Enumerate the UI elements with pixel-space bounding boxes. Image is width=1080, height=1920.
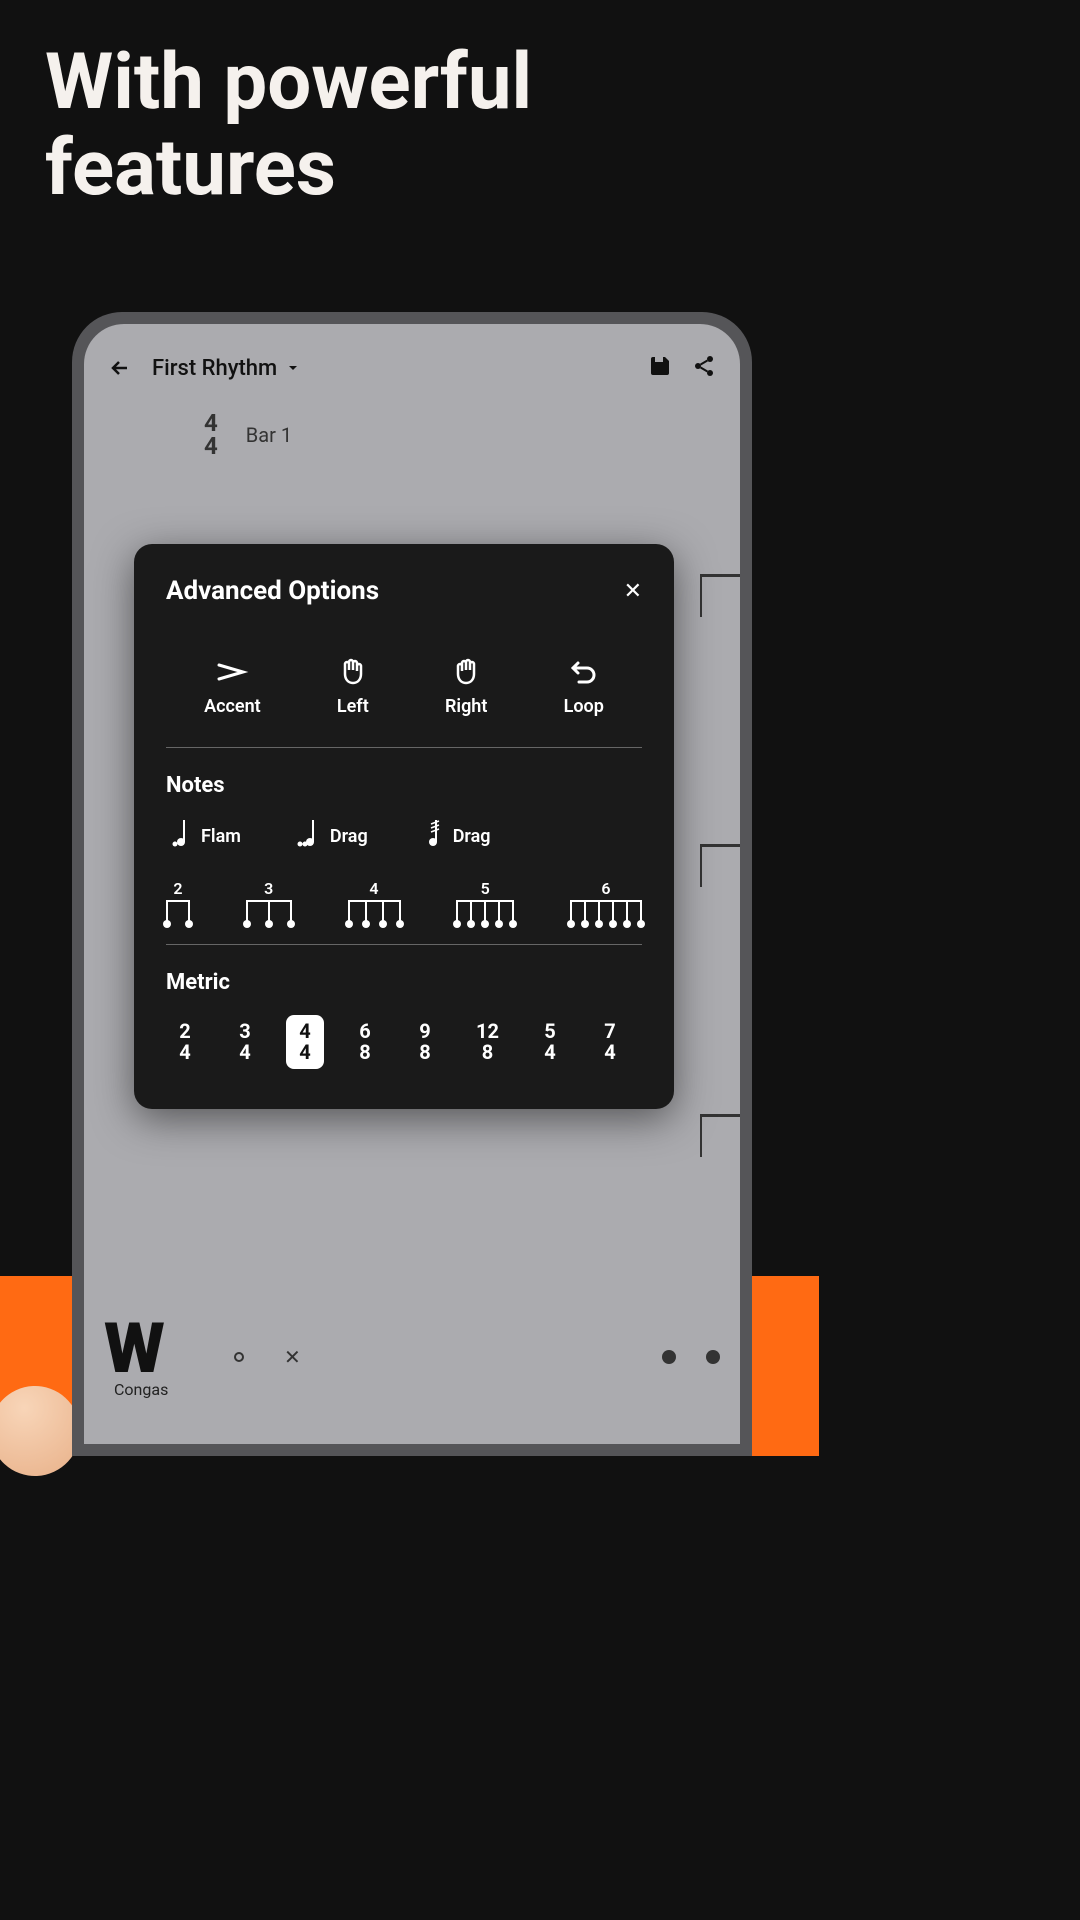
tuplet-number: 6 — [601, 879, 610, 898]
track-notation: ✕ — [234, 1345, 720, 1369]
divider — [166, 944, 642, 945]
metric-row: 24344468981285474 — [166, 1015, 642, 1069]
option-label: Accent — [204, 696, 261, 717]
bar-label: Bar 1 — [246, 423, 292, 447]
tuplet-5[interactable]: 5 — [456, 879, 514, 924]
tuplet-number: 4 — [369, 879, 378, 898]
tuplet-beam-icon — [348, 900, 401, 924]
loop-icon — [569, 656, 599, 688]
note-dot[interactable] — [706, 1350, 720, 1364]
drag-note[interactable]: Drag — [296, 818, 368, 854]
metric-bottom: 8 — [419, 1042, 430, 1063]
metric-2-4[interactable]: 24 — [166, 1015, 204, 1069]
drag-icon — [296, 818, 320, 854]
app-title: First Rhythm — [152, 356, 277, 381]
headline-line: features — [45, 126, 774, 212]
save-icon — [648, 354, 672, 378]
close-icon: ✕ — [624, 579, 642, 604]
metric-5-4[interactable]: 54 — [531, 1015, 569, 1069]
note-dot[interactable] — [662, 1350, 676, 1364]
back-button[interactable] — [108, 356, 132, 380]
accent-icon — [215, 656, 249, 688]
metric-12-8[interactable]: 128 — [466, 1015, 509, 1069]
tuplet-beam-icon — [166, 900, 190, 924]
timesig-bottom: 4 — [204, 435, 218, 458]
metric-bottom: 4 — [239, 1042, 250, 1063]
drag-icon — [423, 818, 443, 854]
metric-top: 9 — [419, 1021, 430, 1042]
share-button[interactable] — [692, 354, 716, 382]
left-hand-option[interactable]: Left — [337, 656, 369, 717]
arrow-left-icon — [108, 356, 132, 380]
advanced-options-modal: Advanced Options ✕ Accent Left — [134, 544, 674, 1109]
metric-bottom: 4 — [299, 1042, 310, 1063]
metric-7-4[interactable]: 74 — [591, 1015, 629, 1069]
right-hand-option[interactable]: Right — [445, 656, 487, 717]
tuplet-3[interactable]: 3 — [246, 879, 292, 924]
tuplet-2[interactable]: 2 — [166, 879, 190, 924]
title-dropdown[interactable]: First Rhythm — [152, 356, 628, 381]
time-signature[interactable]: 4 4 — [204, 412, 218, 458]
metric-top: 7 — [604, 1021, 615, 1042]
metric-top: 6 — [359, 1021, 370, 1042]
headline-line: With powerful — [45, 40, 774, 126]
metric-bottom: 4 — [544, 1042, 555, 1063]
note-label: Drag — [453, 826, 491, 847]
hand-left-icon — [339, 656, 367, 688]
option-label: Left — [337, 696, 369, 717]
metric-top: 5 — [544, 1021, 555, 1042]
flam-icon — [171, 818, 191, 854]
metric-top: 4 — [299, 1021, 310, 1042]
tuplet-beam-icon — [456, 900, 514, 924]
tuplet-number: 5 — [481, 879, 490, 898]
track-label: Congas — [114, 1380, 168, 1399]
metric-bottom: 8 — [482, 1042, 493, 1063]
note-label: Drag — [330, 826, 368, 847]
drag-note-2[interactable]: Drag — [423, 818, 491, 854]
instrument-icon[interactable]: W — [104, 1325, 165, 1374]
notes-section-title: Notes — [166, 773, 642, 798]
tuplet-number: 3 — [264, 879, 273, 898]
accent-option[interactable]: Accent — [204, 656, 261, 717]
app-bar: First Rhythm — [84, 324, 740, 382]
metric-bottom: 4 — [179, 1042, 190, 1063]
time-signature-row: 4 4 Bar 1 — [84, 382, 740, 458]
metric-top: 12 — [476, 1021, 499, 1042]
hand-right-icon — [452, 656, 480, 688]
option-row: Accent Left Right — [166, 656, 642, 717]
tuplet-4[interactable]: 4 — [348, 879, 401, 924]
close-button[interactable]: ✕ — [624, 579, 642, 604]
save-button[interactable] — [648, 354, 672, 382]
flam-note[interactable]: Flam — [171, 818, 241, 854]
metric-top: 2 — [179, 1021, 190, 1042]
modal-title: Advanced Options — [166, 576, 379, 606]
background-notation — [700, 574, 740, 1154]
phone-screen: First Rhythm — [84, 324, 740, 1444]
metric-bottom: 4 — [604, 1042, 615, 1063]
metric-3-4[interactable]: 34 — [226, 1015, 264, 1069]
metric-6-8[interactable]: 68 — [346, 1015, 384, 1069]
loop-option[interactable]: Loop — [564, 656, 604, 717]
headline: With powerful features — [0, 0, 819, 212]
option-label: Loop — [564, 696, 604, 717]
metric-4-4[interactable]: 44 — [286, 1015, 324, 1069]
metric-section-title: Metric — [166, 970, 642, 995]
tuplet-6[interactable]: 6 — [570, 879, 642, 924]
chevron-down-icon — [287, 362, 299, 374]
note-label: Flam — [201, 826, 241, 847]
divider — [166, 747, 642, 748]
x-note-icon[interactable]: ✕ — [284, 1345, 301, 1369]
metric-bottom: 8 — [359, 1042, 370, 1063]
tuplet-number: 2 — [173, 879, 182, 898]
tuplet-beam-icon — [246, 900, 292, 924]
metric-9-8[interactable]: 98 — [406, 1015, 444, 1069]
tuplet-beam-icon — [570, 900, 642, 924]
target-icon[interactable] — [234, 1352, 244, 1362]
share-icon — [692, 354, 716, 378]
tuplet-row: 2 3 4 5 6 — [166, 879, 642, 924]
phone-frame: First Rhythm — [72, 312, 752, 1456]
metric-top: 3 — [239, 1021, 250, 1042]
notes-row: Flam Drag Drag — [166, 818, 642, 854]
option-label: Right — [445, 696, 487, 717]
